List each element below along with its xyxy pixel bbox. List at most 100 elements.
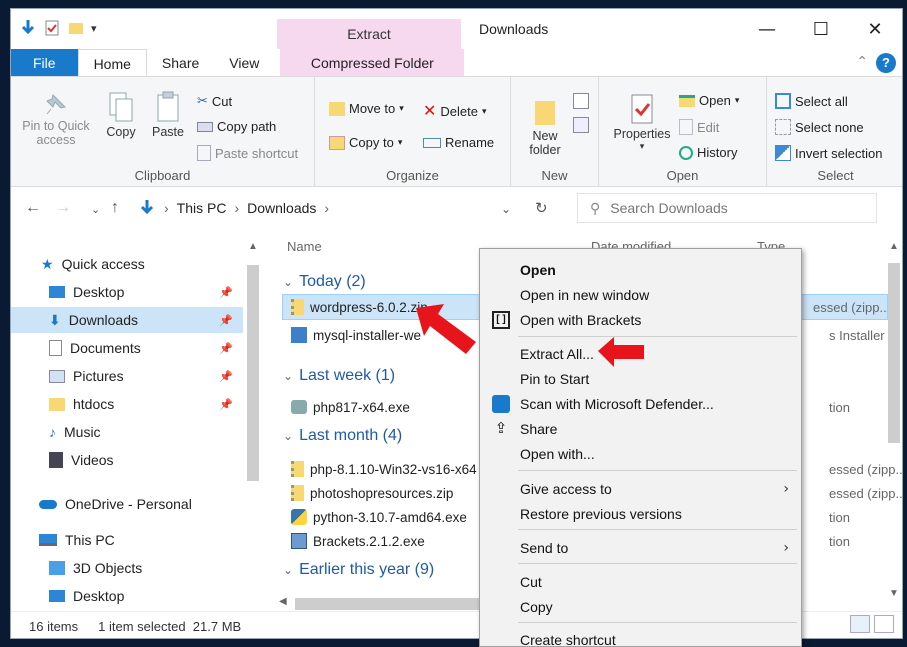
file-row[interactable]: photoshopresources.zip essed (zipp...	[291, 481, 902, 505]
sidebar-item-pictures[interactable]: Pictures 📌	[11, 363, 243, 389]
search-input[interactable]: ⚲ Search Downloads	[577, 193, 877, 223]
group-header-last-month[interactable]: ⌄ Last month (4)	[283, 427, 402, 445]
minimize-button[interactable]: —	[740, 9, 794, 49]
sidebar-item-htdocs[interactable]: htdocs 📌	[11, 391, 243, 417]
select-none-button[interactable]: Select none	[775, 119, 864, 135]
forward-arrow-icon[interactable]: →	[55, 199, 71, 217]
sidebar-item-3d-objects[interactable]: 3D Objects	[11, 555, 243, 581]
delete-button[interactable]: ✕ Delete ▾	[423, 101, 487, 121]
pin-icon[interactable]: 📌	[219, 286, 233, 299]
easy-access-icon[interactable]	[573, 117, 589, 133]
file-row[interactable]: python-3.10.7-amd64.exe tion	[291, 505, 850, 529]
sidebar-item-desktop-pc[interactable]: Desktop	[11, 583, 243, 609]
sidebar-item-this-pc[interactable]: This PC	[11, 527, 243, 553]
up-arrow-icon[interactable]: ↑	[111, 199, 119, 217]
tab-view[interactable]: View	[214, 49, 274, 76]
properties-button[interactable]: Properties ▾	[607, 93, 677, 152]
breadcrumb-downloads[interactable]: Downloads	[247, 200, 316, 216]
vertical-scroll-thumb[interactable]	[888, 263, 900, 443]
sidebar-item-downloads[interactable]: ⬇ Downloads 📌	[11, 307, 243, 333]
chevron-down-icon: ⌄	[283, 563, 294, 577]
pin-icon[interactable]: 📌	[219, 370, 233, 383]
new-item-icon[interactable]	[573, 93, 589, 109]
recent-locations-icon[interactable]: ⌄	[91, 203, 100, 216]
sidebar-item-documents[interactable]: Documents 📌	[11, 335, 243, 361]
scroll-down-icon[interactable]: ▼	[889, 588, 899, 599]
sidebar-item-onedrive[interactable]: OneDrive - Personal	[11, 491, 243, 517]
file-row[interactable]: php-8.1.10-Win32-vs16-x64 essed (zipp...	[291, 457, 902, 481]
horizontal-scroll-thumb[interactable]	[295, 598, 485, 610]
details-view-icon[interactable]	[850, 615, 870, 633]
menu-item-open[interactable]: Open	[480, 257, 801, 282]
sidebar-item-quick-access[interactable]: ★ Quick access	[11, 251, 243, 277]
copy-button[interactable]: Copy	[103, 91, 139, 139]
open-button[interactable]: Open ▾	[679, 93, 739, 108]
menu-item-open-new-window[interactable]: Open in new window	[480, 282, 801, 307]
copy-path-button[interactable]: Copy path	[197, 119, 276, 134]
menu-item-share[interactable]: ⇪ Share	[480, 416, 801, 441]
paste-shortcut-button[interactable]: Paste shortcut	[197, 145, 298, 161]
paste-button[interactable]: Paste	[149, 91, 187, 139]
menu-item-open-with[interactable]: Open with...	[480, 441, 801, 466]
sidebar-scroll-thumb[interactable]	[247, 265, 259, 481]
sidebar-item-videos[interactable]: Videos	[11, 447, 243, 473]
tab-home[interactable]: Home	[77, 49, 147, 76]
properties-icon[interactable]	[43, 19, 61, 37]
group-header-last-week[interactable]: ⌄ Last week (1)	[283, 367, 395, 385]
file-row[interactable]: mysql-installer-we s Installer ...	[291, 323, 899, 347]
tab-file[interactable]: File	[11, 49, 78, 76]
scroll-up-icon[interactable]: ▲	[889, 241, 899, 252]
large-icons-view-icon[interactable]	[874, 615, 894, 633]
cut-button[interactable]: ✂ Cut	[197, 93, 232, 109]
copy-to-button[interactable]: Copy to ▾	[329, 135, 402, 150]
menu-item-give-access-to[interactable]: Give access to ›	[480, 476, 801, 501]
history-button[interactable]: History	[679, 145, 737, 160]
address-path[interactable]: › This PC › Downloads ›	[137, 194, 535, 222]
context-menu: Open Open in new window [ ] Open with Br…	[479, 248, 802, 647]
sidebar-item-desktop[interactable]: Desktop 📌	[11, 279, 243, 305]
move-to-button[interactable]: Move to ▾	[329, 101, 404, 116]
scroll-left-icon[interactable]: ◀	[279, 596, 287, 607]
new-folder-icon[interactable]	[67, 19, 85, 37]
new-folder-button[interactable]: New folder	[523, 97, 567, 157]
menu-item-scan-defender[interactable]: Scan with Microsoft Defender...	[480, 391, 801, 416]
file-row[interactable]: Brackets.2.1.2.exe tion	[291, 529, 850, 553]
pin-to-quick-access-button[interactable]: Pin to Quick access	[17, 91, 95, 147]
menu-item-copy[interactable]: Copy	[480, 594, 801, 619]
tab-compressed-folder-tools[interactable]: Compressed Folder Tools	[280, 49, 465, 99]
tab-share[interactable]: Share	[147, 49, 214, 76]
back-arrow-icon[interactable]: ←	[25, 199, 41, 217]
menu-item-cut[interactable]: Cut	[480, 569, 801, 594]
menu-item-restore-previous-versions[interactable]: Restore previous versions	[480, 501, 801, 526]
select-all-button[interactable]: Select all	[775, 93, 848, 109]
search-placeholder: Search Downloads	[610, 200, 728, 216]
download-arrow-icon[interactable]	[19, 19, 37, 37]
invert-selection-button[interactable]: Invert selection	[775, 145, 882, 161]
3d-icon	[49, 561, 65, 575]
file-list-vertical-scrollbar[interactable]: ▲ ▼	[886, 241, 902, 599]
refresh-icon[interactable]: ↻	[535, 199, 548, 217]
scroll-up-icon[interactable]: ▲	[248, 241, 258, 252]
group-header-earlier-this-year[interactable]: ⌄ Earlier this year (9)	[283, 561, 434, 579]
collapse-ribbon-icon[interactable]: ⌃	[856, 53, 868, 70]
group-header-today[interactable]: ⌄ Today (2)	[283, 273, 366, 291]
menu-item-send-to[interactable]: Send to ›	[480, 535, 801, 560]
pin-icon[interactable]: 📌	[219, 398, 233, 411]
help-icon[interactable]: ?	[876, 53, 896, 73]
address-dropdown-icon[interactable]: ⌄	[501, 202, 511, 216]
file-row[interactable]: php817-x64.exe tion	[291, 395, 850, 419]
close-button[interactable]: ✕	[848, 9, 902, 49]
clipboard-label: Clipboard	[134, 168, 191, 183]
pin-icon[interactable]: 📌	[219, 342, 233, 355]
pin-icon[interactable]: 📌	[219, 314, 233, 327]
menu-item-create-shortcut[interactable]: Create shortcut	[480, 627, 801, 647]
edit-button[interactable]: Edit	[679, 119, 719, 135]
rename-button[interactable]: Rename	[423, 135, 494, 150]
sidebar-scrollbar[interactable]: ▲	[245, 241, 261, 606]
column-name[interactable]: Name	[287, 239, 322, 254]
sidebar-item-music[interactable]: ♪ Music	[11, 419, 243, 445]
customize-toolbar-icon[interactable]: ▾	[91, 22, 97, 35]
maximize-button[interactable]: ☐	[794, 9, 848, 49]
menu-item-open-with-brackets[interactable]: [ ] Open with Brackets	[480, 307, 801, 332]
breadcrumb-this-pc[interactable]: This PC	[177, 200, 227, 216]
